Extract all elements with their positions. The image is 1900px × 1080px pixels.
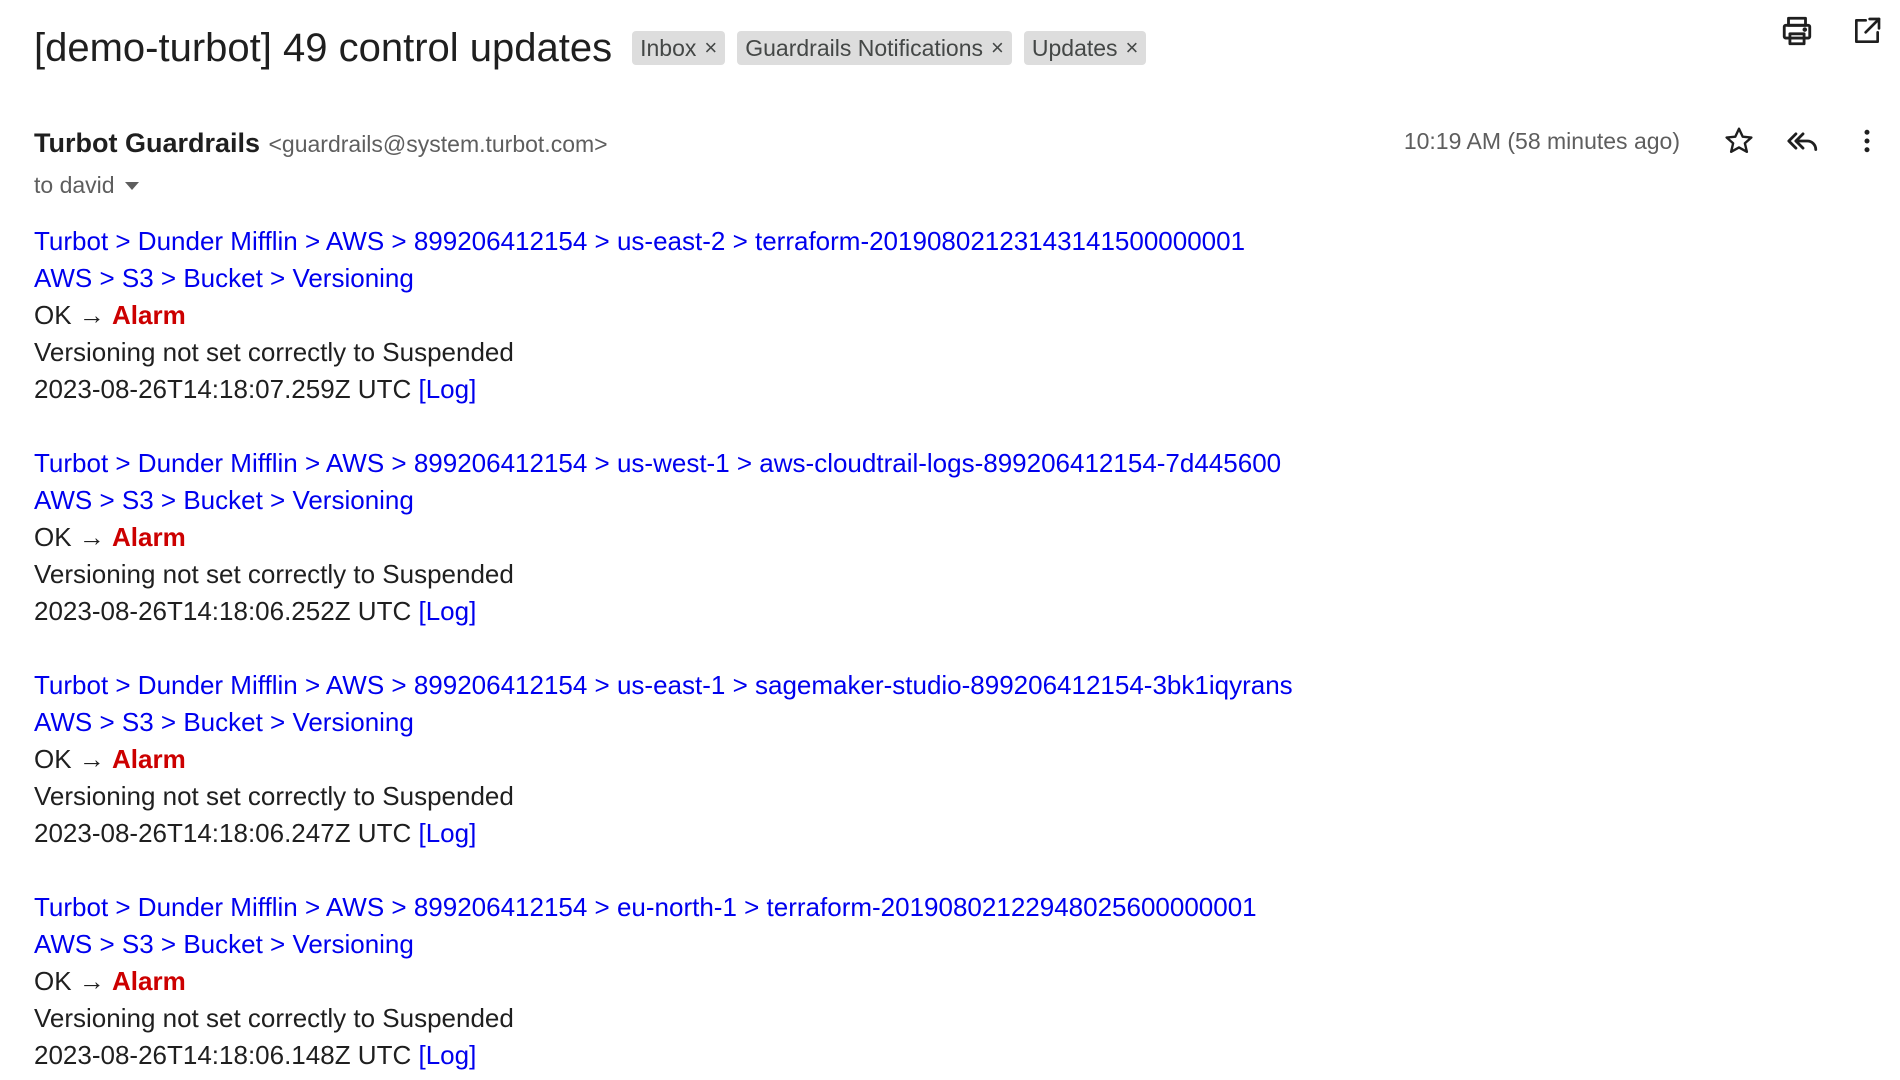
control-message: Versioning not set correctly to Suspende… — [34, 1003, 514, 1033]
control-message: Versioning not set correctly to Suspende… — [34, 337, 514, 367]
control-message: Versioning not set correctly to Suspende… — [34, 781, 514, 811]
remove-label-icon[interactable]: × — [704, 35, 717, 61]
update-time: 2023-08-26T14:18:06.252Z UTC — [34, 596, 412, 626]
print-icon[interactable] — [1778, 12, 1816, 50]
label-chip-guardrails-notifications[interactable]: Guardrails Notifications × — [737, 31, 1012, 65]
log-link[interactable]: [Log] — [418, 818, 476, 848]
control-type-link[interactable]: AWS > S3 > Bucket > Versioning — [34, 485, 414, 515]
state-change: OK → Alarm — [34, 741, 1900, 778]
recipient-details-toggle[interactable]: to david — [34, 172, 139, 199]
control-update-entry: Turbot > Dunder Mifflin > AWS > 89920641… — [34, 445, 1900, 630]
star-icon[interactable] — [1720, 122, 1758, 160]
control-type-link[interactable]: AWS > S3 > Bucket > Versioning — [34, 929, 414, 959]
resource-path-link[interactable]: Turbot > Dunder Mifflin > AWS > 89920641… — [34, 892, 1257, 922]
remove-label-icon[interactable]: × — [1126, 35, 1139, 61]
state-to: Alarm — [112, 744, 186, 774]
resource-path-link[interactable]: Turbot > Dunder Mifflin > AWS > 89920641… — [34, 226, 1245, 256]
email-subject: [demo-turbot] 49 control updates — [34, 25, 613, 70]
state-to: Alarm — [112, 300, 186, 330]
chevron-down-icon — [124, 181, 139, 190]
control-update-entry: Turbot > Dunder Mifflin > AWS > 89920641… — [34, 889, 1900, 1074]
state-from: OK → — [34, 300, 105, 330]
control-type-link[interactable]: AWS > S3 > Bucket > Versioning — [34, 707, 414, 737]
label-name: Guardrails Notifications — [745, 34, 984, 61]
label-name: Inbox — [640, 34, 697, 61]
more-vertical-icon[interactable] — [1848, 122, 1886, 160]
email-timestamp: 10:19 AM (58 minutes ago) — [1403, 127, 1680, 154]
update-time: 2023-08-26T14:18:06.247Z UTC — [34, 818, 412, 848]
control-message: Versioning not set correctly to Suspende… — [34, 559, 514, 589]
label-chip-inbox[interactable]: Inbox × — [632, 31, 726, 65]
log-link[interactable]: [Log] — [418, 374, 476, 404]
state-from: OK → — [34, 522, 105, 552]
resource-path-link[interactable]: Turbot > Dunder Mifflin > AWS > 89920641… — [34, 448, 1281, 478]
state-from: OK → — [34, 744, 105, 774]
state-change: OK → Alarm — [34, 963, 1900, 1000]
label-list: Inbox × Guardrails Notifications × Updat… — [632, 31, 1147, 65]
reply-all-icon[interactable] — [1784, 122, 1822, 160]
subject-row: [demo-turbot] 49 control updates Inbox ×… — [34, 18, 1900, 78]
header-actions — [1778, 12, 1886, 50]
update-time: 2023-08-26T14:18:07.259Z UTC — [34, 374, 412, 404]
update-time: 2023-08-26T14:18:06.148Z UTC — [34, 1040, 412, 1070]
control-type-link[interactable]: AWS > S3 > Bucket > Versioning — [34, 263, 414, 293]
open-in-new-window-icon[interactable] — [1848, 12, 1886, 50]
sender-row: Turbot Guardrails <guardrails@system.tur… — [34, 128, 1900, 168]
sender-name[interactable]: Turbot Guardrails — [34, 128, 260, 158]
log-link[interactable]: [Log] — [418, 596, 476, 626]
state-to: Alarm — [112, 966, 186, 996]
state-change: OK → Alarm — [34, 297, 1900, 334]
state-from: OK → — [34, 966, 105, 996]
sender-email: <guardrails@system.turbot.com> — [268, 131, 608, 157]
resource-path-link[interactable]: Turbot > Dunder Mifflin > AWS > 89920641… — [34, 670, 1293, 700]
label-name: Updates — [1031, 34, 1118, 61]
control-update-entry: Turbot > Dunder Mifflin > AWS > 89920641… — [34, 223, 1900, 408]
log-link[interactable]: [Log] — [418, 1040, 476, 1070]
sender-meta: 10:19 AM (58 minutes ago) — [1404, 122, 1886, 160]
remove-label-icon[interactable]: × — [991, 35, 1004, 61]
email-view: [demo-turbot] 49 control updates Inbox ×… — [0, 0, 1900, 1080]
control-update-entry: Turbot > Dunder Mifflin > AWS > 89920641… — [34, 667, 1900, 852]
label-chip-updates[interactable]: Updates × — [1023, 31, 1147, 65]
recipient-text: to david — [34, 172, 115, 198]
state-change: OK → Alarm — [34, 519, 1900, 556]
state-to: Alarm — [112, 522, 186, 552]
email-body: Turbot > Dunder Mifflin > AWS > 89920641… — [34, 223, 1900, 1080]
